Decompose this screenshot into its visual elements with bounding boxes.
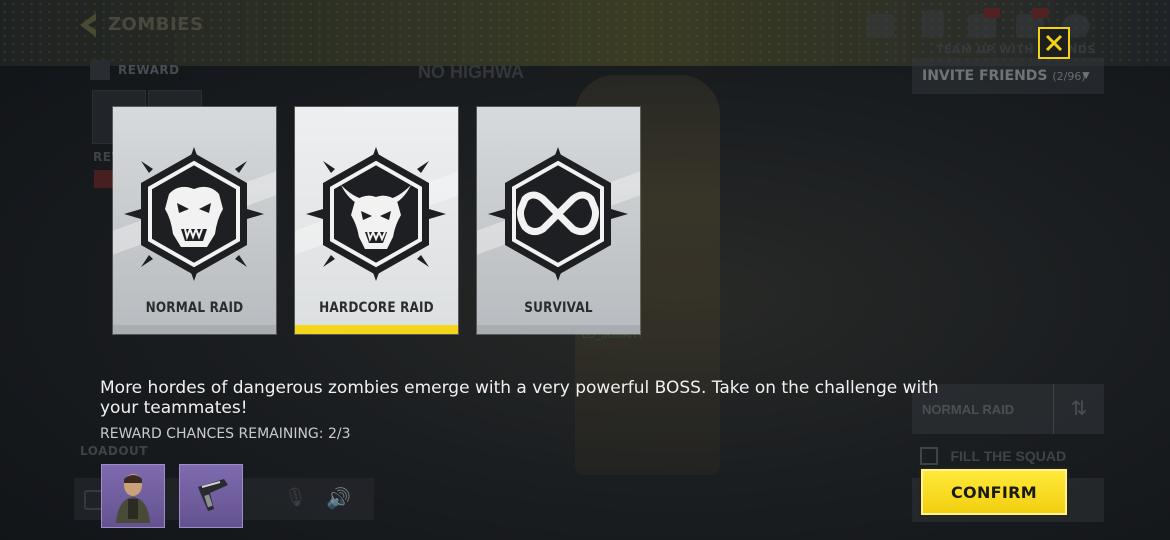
normal-raid-emblem-icon — [124, 147, 264, 281]
mode-card-label: NORMAL RAID — [145, 300, 244, 316]
game-screen: ZOMBIES REWARD REWARD NO HIGHWA LO_SUMAN… — [0, 0, 1170, 540]
confirm-button[interactable]: CONFIRM — [921, 469, 1067, 515]
mode-card-normal-raid[interactable]: NORMAL RAID — [113, 107, 276, 334]
operator-portrait-icon — [116, 474, 150, 523]
loadout-slot-weapon[interactable] — [179, 464, 243, 528]
loadout-slot-operator[interactable] — [101, 464, 165, 528]
selection-bar — [477, 325, 640, 334]
mode-card-survival[interactable]: SURVIVAL — [477, 107, 640, 334]
mode-card-label: HARDCORE RAID — [319, 300, 434, 316]
hardcore-raid-emblem-icon — [306, 147, 446, 281]
mode-card-hardcore-raid[interactable]: HARDCORE RAID — [295, 107, 458, 334]
close-button[interactable] — [1038, 27, 1070, 59]
pistol-weapon-icon — [198, 479, 228, 511]
survival-emblem-icon — [488, 147, 628, 281]
mode-description: More hordes of dangerous zombies emerge … — [100, 378, 939, 418]
reward-chances-text: REWARD CHANCES REMAINING: 2/3 — [100, 426, 351, 442]
mode-card-label: SURVIVAL — [524, 300, 593, 316]
selection-bar — [113, 325, 276, 334]
selection-bar — [295, 325, 458, 334]
close-icon — [1045, 34, 1063, 52]
